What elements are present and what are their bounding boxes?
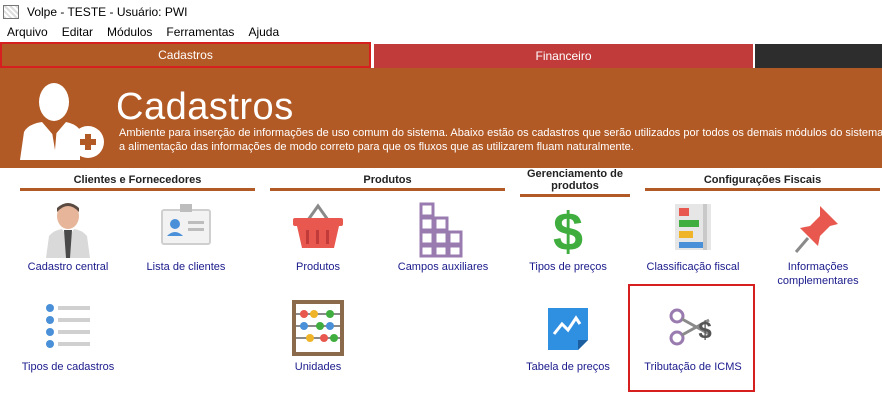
section-header-clientes: Clientes e Fornecedores <box>20 174 255 191</box>
tab-cadastros-label: Cadastros <box>158 48 213 62</box>
tile-tabela-precos-label: Tabela de preços <box>526 361 610 373</box>
menu-bar: Arquivo Editar Módulos Ferramentas Ajuda <box>0 24 882 42</box>
tile-campos-auxiliares[interactable]: Campos auxiliares <box>383 200 503 274</box>
menu-arquivo[interactable]: Arquivo <box>0 24 55 42</box>
tile-unidades-label: Unidades <box>294 361 342 373</box>
tile-classificacao-fiscal[interactable]: Classificação fiscal <box>633 200 753 274</box>
tile-tipos-cadastros-label: Tipos de cadastros <box>21 361 115 373</box>
page-description: Ambiente para inserção de informações de… <box>119 127 882 153</box>
tile-informacoes-complementares-label: Informações complementares <box>777 261 859 287</box>
tile-lista-clientes-label: Lista de clientes <box>146 261 226 273</box>
section-header-produtos: Produtos <box>270 174 505 191</box>
window-title: Volpe - TESTE - Usuário: PWI <box>27 5 188 19</box>
menu-editar[interactable]: Editar <box>55 24 100 42</box>
abacus-icon <box>292 300 344 356</box>
dollar-icon: $ <box>553 202 583 258</box>
selection-highlight <box>628 284 755 392</box>
pushpin-icon <box>794 206 838 253</box>
tile-produtos[interactable]: Produtos <box>258 200 378 274</box>
contact-card-icon <box>161 204 211 245</box>
classification-chart-icon <box>675 204 711 250</box>
section-banner: Cadastros Ambiente para inserção de info… <box>0 68 882 168</box>
tab-financeiro-label: Financeiro <box>535 49 592 63</box>
menu-modulos[interactable]: Módulos <box>100 24 159 42</box>
tab-financeiro[interactable]: Financeiro <box>374 44 753 68</box>
tile-tipos-precos-label: Tipos de preços <box>529 261 607 273</box>
tile-cadastro-central-label: Cadastro central <box>27 261 109 273</box>
tile-produtos-label: Produtos <box>295 261 341 273</box>
list-icon <box>46 304 90 348</box>
tile-classificacao-fiscal-label: Classificação fiscal <box>646 261 740 273</box>
page-title: Cadastros <box>116 86 294 128</box>
tile-tipos-cadastros[interactable]: Tipos de cadastros <box>8 300 128 374</box>
module-tabs: Cadastros Financeiro <box>0 42 882 68</box>
section-header-gerenciamento: Gerenciamento de produtos <box>520 168 630 197</box>
user-add-icon <box>20 83 104 160</box>
tab-cadastros[interactable]: Cadastros <box>0 42 371 68</box>
menu-ajuda[interactable]: Ajuda <box>241 24 286 42</box>
tab-extra[interactable] <box>755 44 882 68</box>
person-icon <box>46 203 90 258</box>
svg-text:$: $ <box>553 202 583 258</box>
tile-tabela-precos[interactable]: Tabela de preços <box>508 300 628 374</box>
menu-ferramentas[interactable]: Ferramentas <box>159 24 241 42</box>
tile-campos-auxiliares-label: Campos auxiliares <box>397 261 489 273</box>
tile-unidades[interactable]: Unidades <box>258 300 378 374</box>
app-icon <box>3 5 19 19</box>
tile-tipos-precos[interactable]: $ Tipos de preços <box>508 200 628 274</box>
tile-cadastro-central[interactable]: Cadastro central <box>8 200 128 274</box>
window-titlebar: Volpe - TESTE - Usuário: PWI <box>0 0 882 24</box>
tile-lista-clientes[interactable]: Lista de clientes <box>126 200 246 274</box>
grid-blocks-icon <box>419 202 463 258</box>
tile-informacoes-complementares[interactable]: Informações complementares <box>758 200 878 288</box>
section-header-fiscais: Configurações Fiscais <box>645 174 880 191</box>
basket-icon <box>293 203 343 248</box>
trend-chart-icon <box>548 308 588 350</box>
